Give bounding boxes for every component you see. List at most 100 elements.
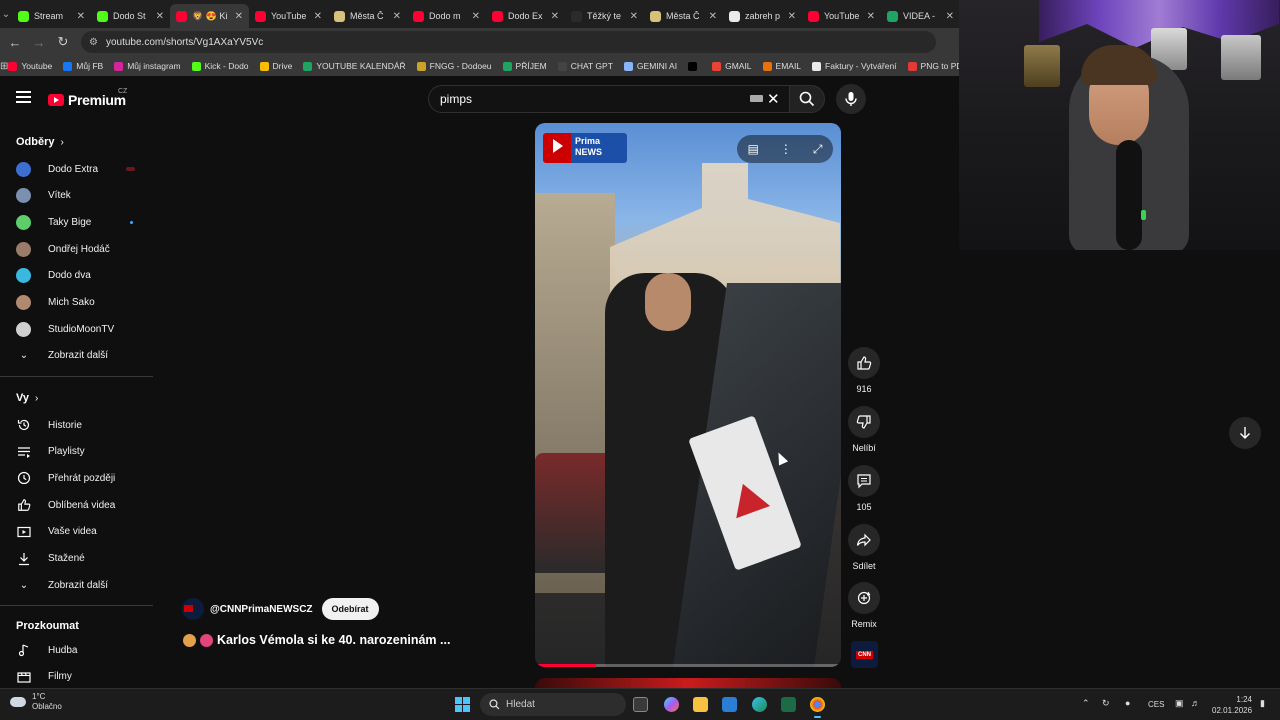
browser-tab[interactable]: Města Č ✕ bbox=[328, 4, 407, 28]
more-options-icon[interactable]: ⋮ bbox=[780, 142, 792, 156]
browser-tab[interactable]: Stream ✕ bbox=[12, 4, 91, 28]
bookmark[interactable]: Kick - Dodo bbox=[191, 61, 249, 71]
bookmark[interactable]: EMAIL bbox=[762, 61, 801, 71]
weather-widget[interactable]: 1°C Oblačno bbox=[10, 692, 62, 712]
windows-start-icon[interactable] bbox=[455, 697, 470, 712]
youtube-premium-logo[interactable]: Premium bbox=[48, 92, 126, 108]
close-tab-icon[interactable]: ✕ bbox=[314, 11, 322, 22]
fullscreen-icon[interactable]: ⤢ bbox=[813, 142, 823, 157]
bookmark[interactable]: CHAT GPT bbox=[557, 61, 613, 71]
close-tab-icon[interactable]: ✕ bbox=[472, 11, 480, 22]
sidebar-item[interactable]: Vaše videa bbox=[16, 522, 141, 542]
close-tab-icon[interactable]: ✕ bbox=[156, 11, 164, 22]
url-field[interactable]: ⚙ youtube.com/shorts/Vg1AXaYV5Vc bbox=[81, 31, 936, 53]
language-indicator[interactable]: CES bbox=[1148, 700, 1164, 709]
taskbar-search[interactable]: Hledat bbox=[480, 693, 626, 716]
clock[interactable]: 1:24 02.01.2026 bbox=[1212, 694, 1252, 716]
sidebar-item[interactable]: Oblíbená videa bbox=[16, 495, 141, 515]
reload-button[interactable]: ↻ bbox=[51, 34, 75, 50]
sidebar-channel[interactable]: Dodo Extra bbox=[16, 159, 141, 179]
close-tab-icon[interactable]: ✕ bbox=[709, 11, 717, 22]
bookmark[interactable]: Youtube bbox=[8, 61, 52, 71]
bookmark[interactable]: Můj instagram bbox=[114, 61, 181, 71]
video-progress-bar[interactable] bbox=[535, 664, 841, 667]
menu-icon[interactable] bbox=[16, 91, 31, 103]
browser-tab[interactable]: Těžký te ✕ bbox=[565, 4, 644, 28]
short-title[interactable]: Karlos Vémola si ke 40. narozeninám ... bbox=[183, 633, 450, 647]
sidebar-item[interactable]: Přehrát později bbox=[16, 468, 141, 488]
sidebar-item[interactable]: Hudba bbox=[16, 640, 141, 660]
share-button[interactable]: Sdílet bbox=[848, 524, 880, 571]
clear-search-icon[interactable]: ✕ bbox=[767, 90, 780, 108]
comments-button[interactable]: 105 bbox=[848, 465, 880, 512]
bookmark[interactable]: Můj FB bbox=[63, 61, 103, 71]
voice-search-button[interactable] bbox=[836, 84, 866, 114]
close-tab-icon[interactable]: ✕ bbox=[867, 11, 875, 22]
forward-button[interactable]: → bbox=[27, 35, 51, 50]
tab-search-button[interactable]: ⌄ bbox=[0, 0, 12, 28]
sidebar-item[interactable]: Playlisty bbox=[16, 442, 141, 462]
browser-tab[interactable]: 🦁 😍 Ki ✕ bbox=[170, 4, 249, 28]
site-info-icon[interactable]: ⚙ bbox=[89, 37, 98, 48]
short-video-player[interactable]: Prima NEWS ▤ ⋮ ⤢ bbox=[535, 123, 841, 667]
notifications-icon[interactable]: ▮ bbox=[1260, 698, 1265, 709]
captions-icon[interactable]: ▤ bbox=[748, 142, 759, 156]
sidebar-item[interactable]: Historie bbox=[16, 415, 141, 435]
subscriptions-header[interactable]: Odběry › bbox=[16, 136, 64, 148]
sidebar-item[interactable]: Stažené bbox=[16, 549, 141, 569]
tray-overflow-icon[interactable]: ⌃ bbox=[1082, 698, 1090, 709]
browser-tab[interactable]: Města Č ✕ bbox=[644, 4, 723, 28]
subscribe-button[interactable]: Odebírat bbox=[321, 598, 379, 620]
task-view-icon[interactable] bbox=[633, 697, 648, 712]
browser-tab[interactable]: VIDEA - ✕ bbox=[881, 4, 960, 28]
channel-avatar[interactable] bbox=[182, 598, 204, 620]
browser-tab[interactable]: Dodo St ✕ bbox=[91, 4, 170, 28]
copilot-icon[interactable] bbox=[664, 697, 679, 712]
bookmark[interactable] bbox=[688, 61, 701, 71]
browser-tab[interactable]: YouTube ✕ bbox=[249, 4, 328, 28]
next-short-button[interactable] bbox=[1229, 417, 1261, 449]
browser-tab[interactable]: zabreh p ✕ bbox=[723, 4, 802, 28]
search-button[interactable] bbox=[789, 85, 825, 113]
bookmark[interactable]: FNGG - Dodoeu bbox=[416, 61, 492, 71]
bookmark[interactable]: YOUTUBE KALENDÁŘ bbox=[303, 61, 406, 71]
remix-button[interactable]: Remix bbox=[848, 582, 880, 629]
channel-thumbnail[interactable]: CNN bbox=[851, 641, 878, 668]
network-icon[interactable]: ▣ bbox=[1175, 698, 1184, 709]
dislike-button[interactable]: Nelíbí bbox=[848, 406, 880, 453]
browser-tab[interactable]: YouTube ✕ bbox=[802, 4, 881, 28]
close-tab-icon[interactable]: ✕ bbox=[235, 11, 243, 22]
sidebar-channel[interactable]: StudioMoonTV bbox=[16, 319, 141, 339]
sync-icon[interactable]: ↻ bbox=[1102, 698, 1110, 709]
bookmark[interactable]: Faktury - Vytváření bbox=[812, 61, 897, 71]
bookmark[interactable]: PŘÍJEM bbox=[502, 61, 547, 71]
sidebar-channel[interactable]: Taky Bige bbox=[16, 212, 141, 232]
search-input[interactable]: pimps bbox=[428, 85, 790, 113]
like-button[interactable]: 916 bbox=[848, 347, 880, 394]
edge-icon[interactable] bbox=[752, 697, 767, 712]
close-tab-icon[interactable]: ✕ bbox=[551, 11, 559, 22]
volume-icon[interactable]: ♬ bbox=[1191, 698, 1200, 708]
sidebar-channel[interactable]: Mich Sako bbox=[16, 293, 141, 313]
back-button[interactable]: ← bbox=[3, 35, 27, 50]
sidebar-channel[interactable]: Dodo dva bbox=[16, 266, 141, 286]
close-tab-icon[interactable]: ✕ bbox=[393, 11, 401, 22]
show-more-subscriptions[interactable]: ⌄ Zobrazit další bbox=[16, 345, 141, 365]
close-tab-icon[interactable]: ✕ bbox=[788, 11, 796, 22]
close-tab-icon[interactable]: ✕ bbox=[630, 11, 638, 22]
bookmark[interactable]: Drive bbox=[259, 61, 292, 71]
sidebar-item[interactable]: Filmy bbox=[16, 667, 141, 687]
play-icon[interactable] bbox=[553, 139, 563, 153]
bookmark[interactable]: GMAIL bbox=[712, 61, 752, 71]
browser-tab[interactable]: Dodo m ✕ bbox=[407, 4, 486, 28]
apps-grid-icon[interactable]: ⊞ bbox=[0, 61, 8, 72]
close-tab-icon[interactable]: ✕ bbox=[946, 11, 954, 22]
show-more-you[interactable]: ⌄ Zobrazit další bbox=[16, 575, 141, 595]
close-tab-icon[interactable]: ✕ bbox=[77, 11, 85, 22]
outlook-icon[interactable] bbox=[722, 697, 737, 712]
you-header[interactable]: Vy › bbox=[16, 392, 38, 404]
bookmark[interactable]: GEMINI AI bbox=[623, 61, 677, 71]
microphone-tray-icon[interactable]: ● bbox=[1125, 698, 1130, 708]
keyboard-icon[interactable] bbox=[750, 95, 763, 102]
channel-name[interactable]: @CNNPrimaNEWSCZ bbox=[210, 604, 313, 615]
